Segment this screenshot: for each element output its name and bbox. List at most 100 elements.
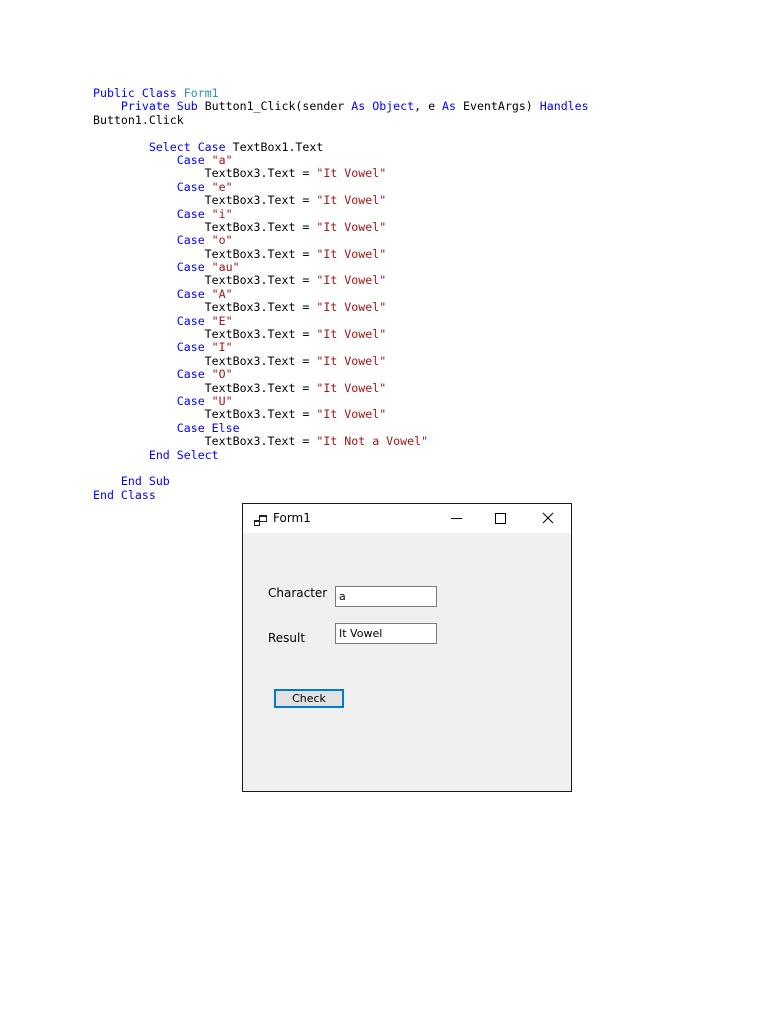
code-line: Case "o" <box>93 234 589 247</box>
result-label: Result <box>268 631 306 645</box>
code-line: TextBox3.Text = "It Vowel" <box>93 327 589 342</box>
code-token: As <box>442 99 456 114</box>
code-token: Case <box>93 179 212 194</box>
code-token: "It Vowel" <box>316 219 387 234</box>
code-line: Public Class Form1 <box>93 86 589 100</box>
code-line: Case "a" <box>93 152 589 167</box>
code-token: "It Not a Vowel" <box>316 434 429 449</box>
code-line: End Select <box>93 447 589 462</box>
code-token: "It Vowel" <box>316 246 387 261</box>
code-token: "e" <box>211 179 233 194</box>
code-token: "It Vowel" <box>316 193 387 208</box>
code-line: TextBox3.Text = "It Vowel" <box>93 408 589 421</box>
check-button[interactable]: Check <box>274 689 344 708</box>
code-token: , e <box>414 99 443 114</box>
code-token: "It Vowel" <box>316 407 387 422</box>
code-line: TextBox3.Text = "It Vowel" <box>93 193 589 208</box>
code-token: End Class <box>93 487 156 502</box>
close-button[interactable] <box>527 504 571 533</box>
maximize-button[interactable] <box>483 504 527 533</box>
code-line: TextBox3.Text = "It Not a Vowel" <box>93 434 589 449</box>
app-form-icon <box>254 512 267 526</box>
window-title: Form1 <box>273 511 311 525</box>
code-line: Select Case TextBox1.Text <box>93 139 589 154</box>
code-token: Case <box>93 340 212 355</box>
code-line: Case "U" <box>93 393 589 408</box>
maximize-icon <box>495 513 506 524</box>
code-token: "O" <box>211 367 233 382</box>
code-listing: Public Class Form1 Private Sub Button1_C… <box>93 86 589 502</box>
code-line: Case "O" <box>93 368 589 381</box>
code-token: "It Vowel" <box>316 327 387 342</box>
code-token: TextBox3.Text = <box>93 193 317 208</box>
code-line: Case "e" <box>93 179 589 194</box>
code-token: TextBox1.Text <box>232 139 324 154</box>
code-line: TextBox3.Text = "It Vowel" <box>93 274 589 287</box>
code-token: "a" <box>211 152 233 167</box>
code-token: TextBox3.Text = <box>93 407 317 422</box>
code-token: Case <box>93 367 212 382</box>
code-token: Case <box>93 260 212 275</box>
code-line: TextBox3.Text = "It Vowel" <box>93 167 589 180</box>
code-line: Case "E" <box>93 313 589 328</box>
code-line: TextBox3.Text = "It Vowel" <box>93 380 589 395</box>
code-line: End Class <box>93 487 589 502</box>
code-line: Case "A" <box>93 286 589 301</box>
code-token: Case Else <box>93 420 240 435</box>
code-token: "i" <box>211 206 233 221</box>
code-line: Case "i" <box>93 206 589 221</box>
code-token: Button1.Click <box>93 112 184 127</box>
window-titlebar[interactable]: Form1 <box>243 504 571 533</box>
code-token: As Object <box>351 99 415 114</box>
code-token: TextBox3.Text = <box>93 380 317 395</box>
close-icon <box>542 512 554 524</box>
code-token: Select Case <box>93 139 233 154</box>
code-line: Private Sub Button1_Click(sender As Obje… <box>93 100 589 113</box>
code-token: TextBox3.Text = <box>93 166 317 181</box>
code-token: TextBox3.Text = <box>93 434 317 449</box>
code-token: Form1 <box>183 86 219 100</box>
code-token: "o" <box>211 233 233 248</box>
code-token: Button1_Click(sender <box>204 99 352 114</box>
code-token: "A" <box>211 286 233 301</box>
code-token: TextBox3.Text = <box>93 219 317 234</box>
code-token: End Select <box>93 447 219 462</box>
result-output[interactable] <box>335 623 437 644</box>
code-token: Case <box>93 313 212 328</box>
code-token: Case <box>93 152 212 167</box>
form1-window: Form1 Character Result Check <box>242 503 572 792</box>
code-line: Case "I" <box>93 341 589 354</box>
code-token: Case <box>93 206 212 221</box>
code-token: Case <box>93 286 212 301</box>
code-token: "It Vowel" <box>316 380 387 395</box>
character-input[interactable] <box>335 586 437 607</box>
code-token: "E" <box>211 313 233 328</box>
code-token: TextBox3.Text = <box>93 327 317 342</box>
code-token: TextBox3.Text = <box>93 300 317 315</box>
code-token: "I" <box>211 340 233 355</box>
code-token: TextBox3.Text = <box>93 273 317 288</box>
code-token: Public Class <box>93 86 184 100</box>
code-token: Case <box>93 393 212 408</box>
code-token: "It Vowel" <box>316 300 387 315</box>
code-line: Case "au" <box>93 260 589 275</box>
code-token: Case <box>93 233 212 248</box>
code-token: "It Vowel" <box>316 166 387 181</box>
code-line: Case Else <box>93 420 589 435</box>
code-token: TextBox3.Text = <box>93 353 317 368</box>
code-token: "It Vowel" <box>316 353 387 368</box>
code-token: End Sub <box>93 474 170 489</box>
code-line: TextBox3.Text = "It Vowel" <box>93 301 589 314</box>
code-token: Private Sub <box>93 99 205 114</box>
code-token: "au" <box>211 260 240 275</box>
code-line: TextBox3.Text = "It Vowel" <box>93 353 589 368</box>
code-token: "It Vowel" <box>316 273 387 288</box>
code-token: "U" <box>211 393 233 408</box>
character-label: Character <box>268 586 328 600</box>
code-token: EventArgs) <box>456 99 540 114</box>
code-line: TextBox3.Text = "It Vowel" <box>93 219 589 234</box>
code-token: TextBox3.Text = <box>93 246 317 261</box>
minimize-button[interactable] <box>439 504 483 533</box>
